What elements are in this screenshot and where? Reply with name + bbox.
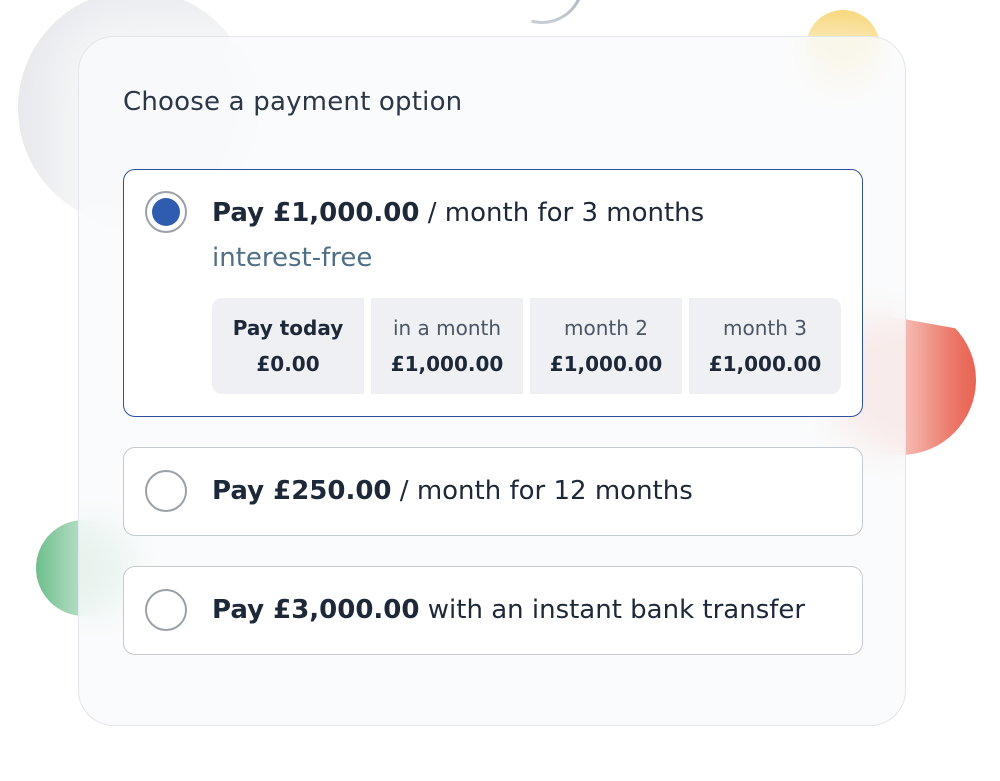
- payment-option-bank-transfer[interactable]: Pay £3,000.00 with an instant bank trans…: [123, 566, 863, 655]
- schedule-amount: £1,000.00: [549, 352, 663, 376]
- option-amount: Pay £250.00: [212, 476, 392, 506]
- option-terms: / month for 12 months: [391, 476, 693, 506]
- option-terms: / month for 3 months: [419, 198, 705, 228]
- schedule-cell-month-3: month 3 £1,000.00: [689, 298, 841, 394]
- schedule-amount: £0.00: [256, 352, 320, 376]
- option-amount: Pay £1,000.00: [212, 198, 420, 228]
- schedule-amount: £1,000.00: [708, 352, 822, 376]
- payment-option-12-months[interactable]: Pay £250.00 / month for 12 months: [123, 447, 863, 536]
- card-title: Choose a payment option: [123, 87, 463, 117]
- radio-selected-dot: [152, 198, 180, 226]
- option-terms: with an instant bank transfer: [419, 595, 806, 625]
- radio-button[interactable]: [145, 589, 187, 631]
- payment-option-3-months[interactable]: Pay £1,000.00 / month for 3 months inter…: [123, 169, 863, 417]
- option-description: Pay £3,000.00 with an instant bank trans…: [212, 595, 805, 625]
- decorative-arc: [484, 0, 600, 40]
- schedule-label: month 2: [564, 316, 648, 340]
- schedule-cell-pay-today: Pay today £0.00: [212, 298, 364, 394]
- schedule-cell-in-a-month: in a month £1,000.00: [371, 298, 523, 394]
- schedule-amount: £1,000.00: [390, 352, 504, 376]
- payment-option-card: Choose a payment option Pay £1,000.00 / …: [78, 36, 906, 726]
- option-amount: Pay £3,000.00: [212, 595, 420, 625]
- schedule-cell-month-2: month 2 £1,000.00: [530, 298, 682, 394]
- radio-button[interactable]: [145, 470, 187, 512]
- schedule-label: month 3: [723, 316, 807, 340]
- payment-schedule: Pay today £0.00 in a month £1,000.00 mon…: [212, 298, 841, 394]
- radio-button-selected[interactable]: [145, 191, 187, 233]
- payment-options-screen: Choose a payment option Pay £1,000.00 / …: [0, 0, 1000, 781]
- option-description: Pay £250.00 / month for 12 months: [212, 476, 693, 506]
- schedule-label: Pay today: [232, 316, 344, 340]
- option-description: Pay £1,000.00 / month for 3 months: [212, 198, 704, 228]
- schedule-label: in a month: [392, 316, 502, 340]
- interest-free-note: interest-free: [212, 243, 373, 273]
